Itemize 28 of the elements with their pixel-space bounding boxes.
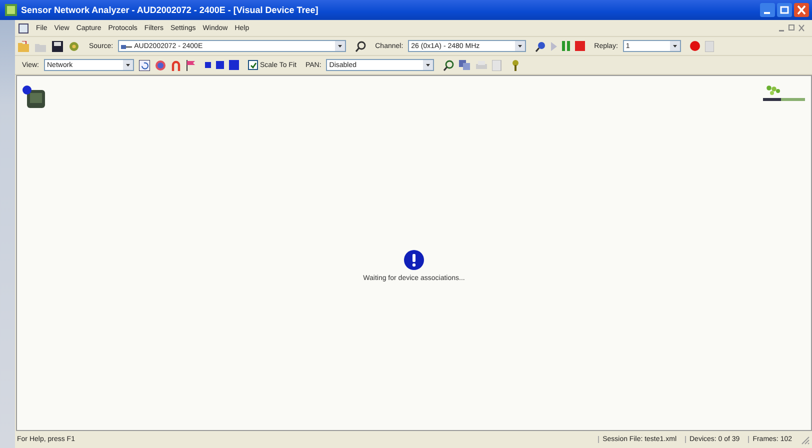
magnet-icon[interactable] [171,60,181,70]
document-icon [18,22,29,34]
resize-grip-icon[interactable] [800,434,810,444]
flag-icon[interactable] [186,60,196,70]
window-title: Sensor Network Analyzer - AUD2002072 - 2400E - [Visual Device Tree] [21,5,320,15]
search-icon[interactable] [355,40,366,52]
zoom-icon[interactable] [443,60,454,70]
logo-icon [763,85,805,103]
maximize-button[interactable] [777,3,792,17]
gear-icon[interactable] [68,40,80,52]
magnifier-icon[interactable] [535,40,546,52]
clipboard-icon[interactable] [704,40,714,52]
checkmark-icon [250,62,256,68]
minimize-button[interactable] [760,3,775,17]
record-icon[interactable] [690,41,700,51]
app-icon [5,4,17,16]
save-icon[interactable] [52,40,63,52]
open-folder-icon[interactable] [18,40,30,52]
device-node-icon[interactable] [22,85,46,109]
target-icon[interactable] [155,60,166,70]
refresh-icon[interactable] [139,60,150,70]
close-button[interactable] [794,3,809,17]
key-icon[interactable] [512,60,520,70]
pause-icon[interactable] [562,41,570,51]
stop-icon[interactable] [575,41,586,51]
copy-icon[interactable] [459,60,472,70]
info-icon [404,250,424,270]
mdi-controls-icon[interactable] [778,24,806,32]
